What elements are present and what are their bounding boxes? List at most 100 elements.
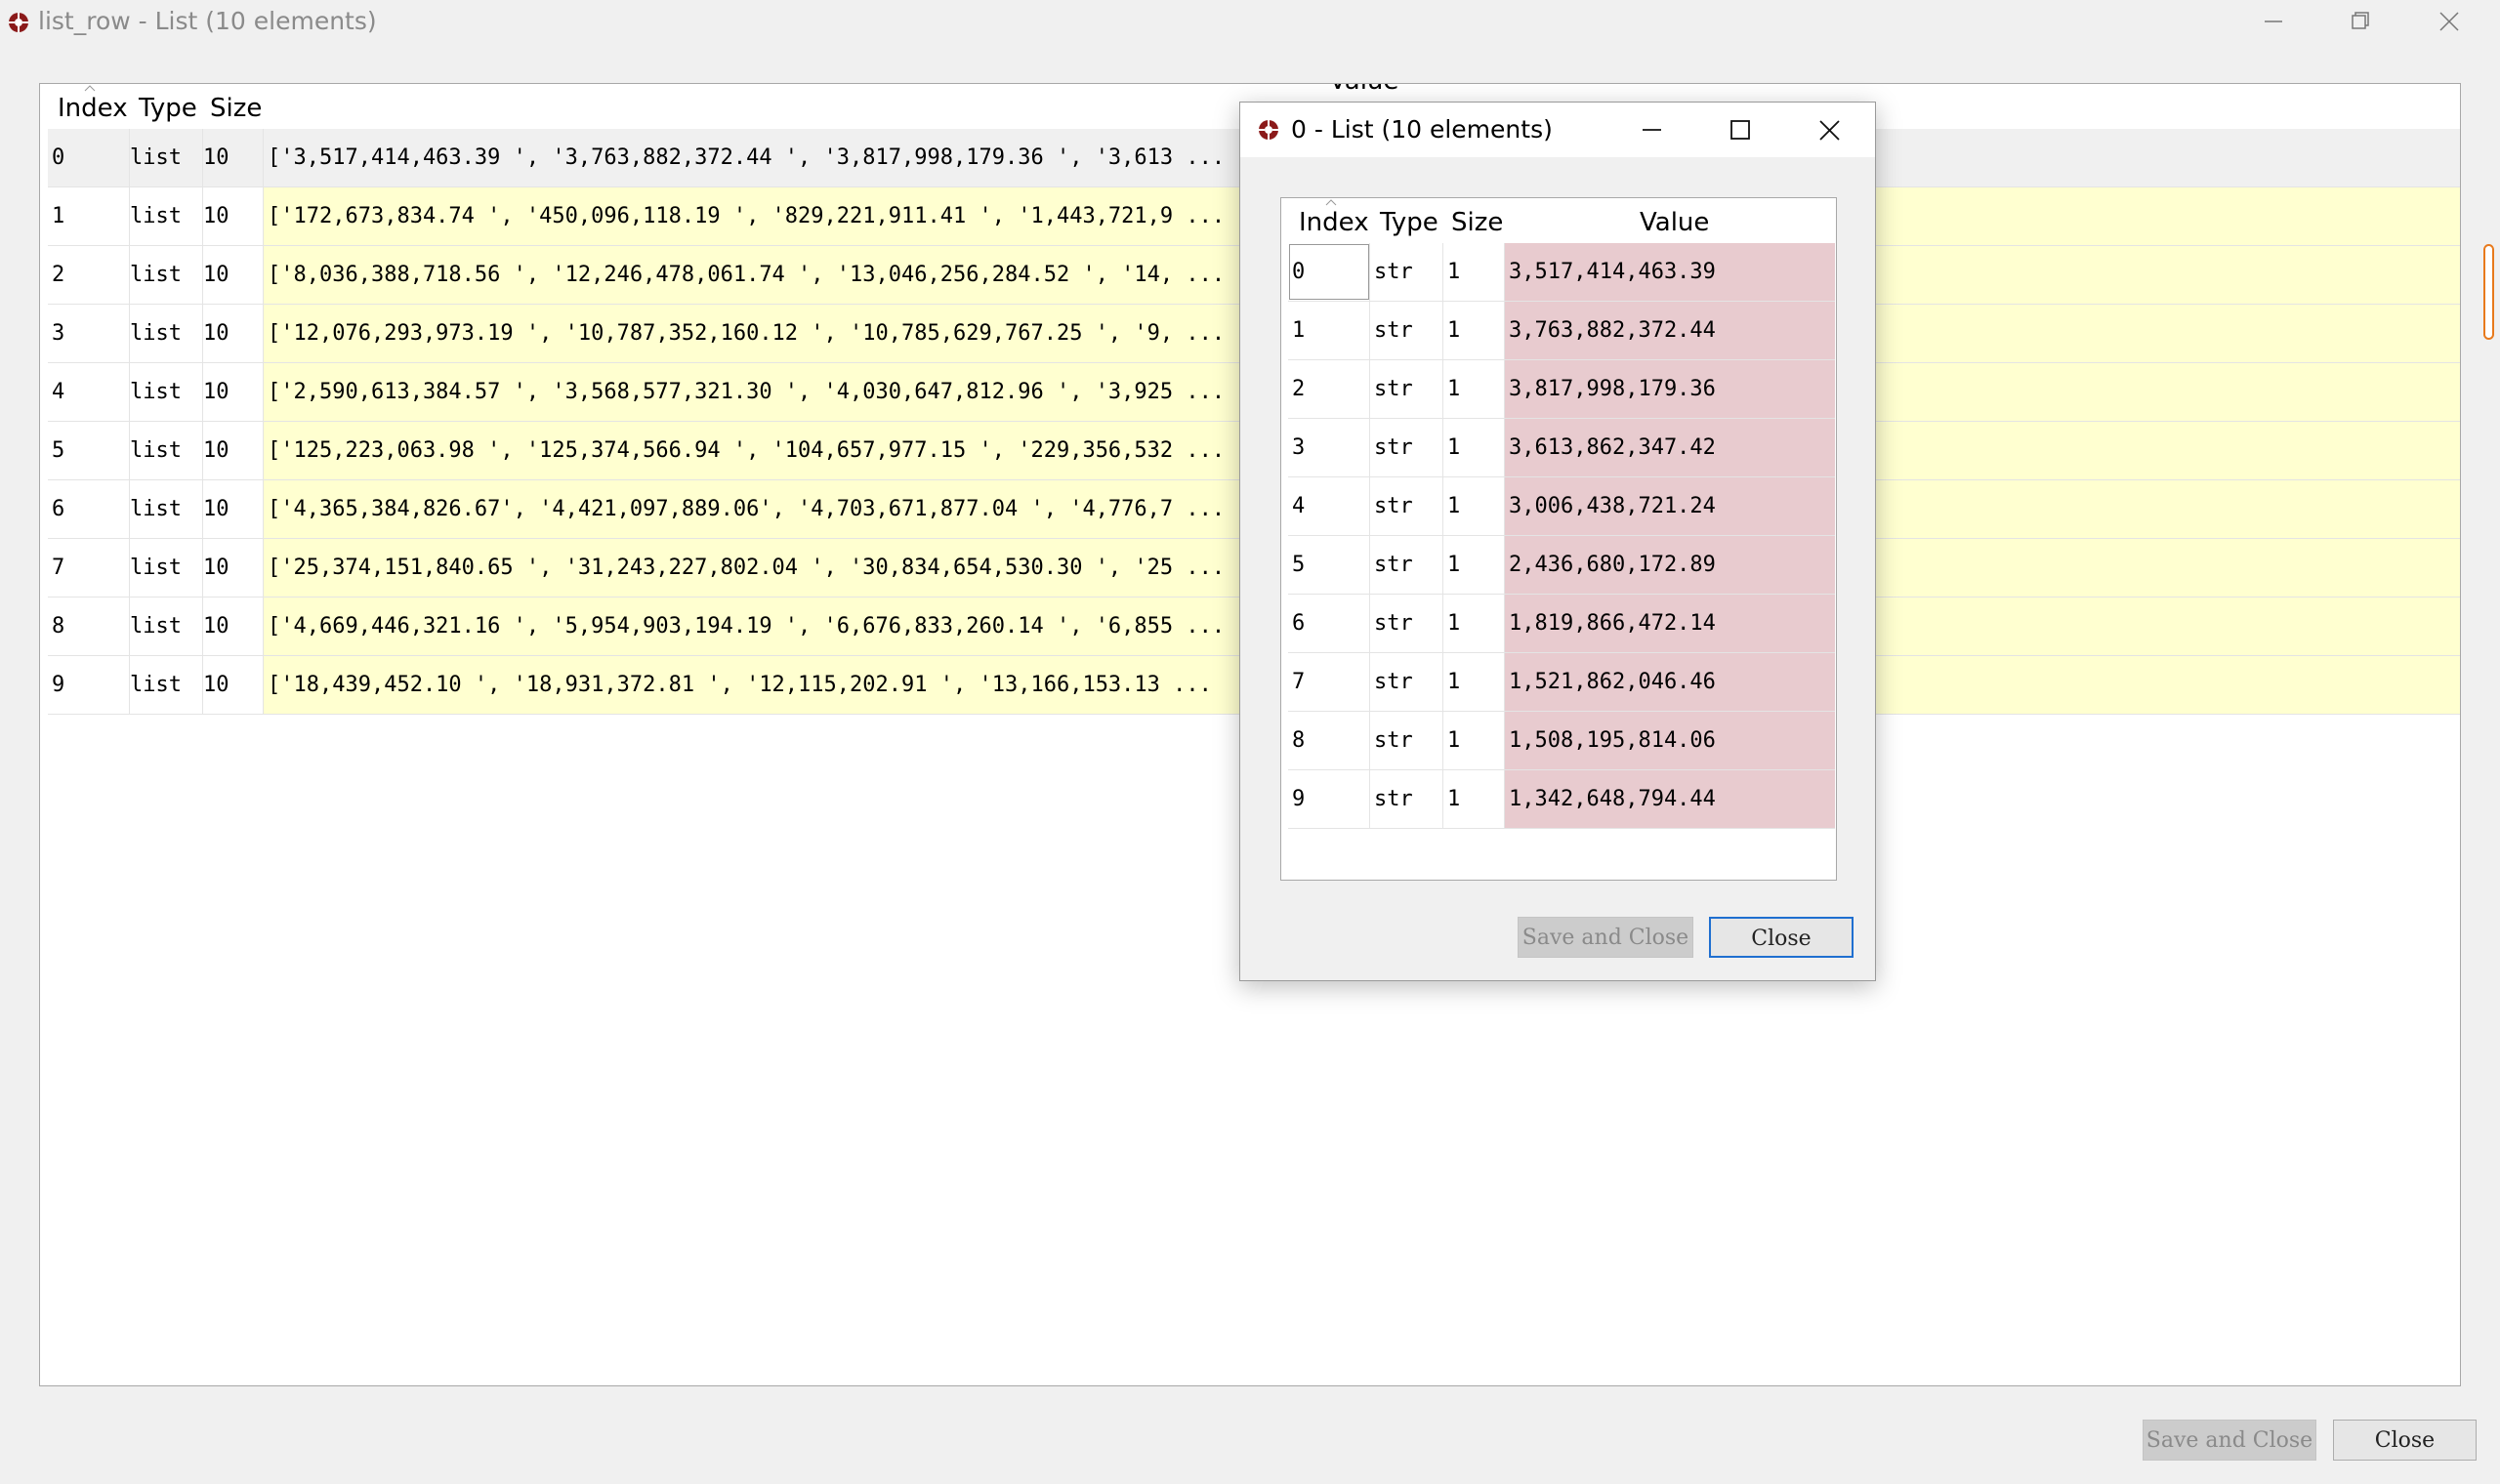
cell-index: 1 xyxy=(1288,302,1370,359)
cell-index: 3 xyxy=(48,305,130,362)
save-and-close-button[interactable]: Save and Close xyxy=(2143,1420,2316,1461)
table-row[interactable]: 6 str 1 1,819,866,472.14 xyxy=(1288,595,1835,653)
cell-index: 0 xyxy=(1288,243,1370,301)
cell-value[interactable]: 1,508,195,814.06 xyxy=(1505,712,1835,769)
cell-type: str xyxy=(1370,595,1443,652)
sort-indicator-icon xyxy=(1324,198,1338,206)
cell-type: str xyxy=(1370,770,1443,828)
table-row[interactable]: 3 str 1 3,613,862,347.42 xyxy=(1288,419,1835,477)
save-and-close-button[interactable]: Save and Close xyxy=(1518,917,1693,958)
spyder-icon xyxy=(1258,119,1279,141)
table-row[interactable]: 9 str 1 1,342,648,794.44 xyxy=(1288,770,1835,829)
title-bar: list_row - List (10 elements) xyxy=(0,0,2500,43)
cell-index: 1 xyxy=(48,187,130,245)
column-header-type[interactable]: Type xyxy=(139,84,197,129)
cell-value[interactable]: 3,763,882,372.44 xyxy=(1505,302,1835,359)
minimize-button[interactable] xyxy=(2229,0,2316,43)
column-header-type[interactable]: Type xyxy=(1380,198,1438,243)
cell-type: list xyxy=(130,656,203,714)
cell-size: 10 xyxy=(203,246,264,304)
cell-type: str xyxy=(1370,712,1443,769)
cell-type: str xyxy=(1370,536,1443,594)
cell-size: 10 xyxy=(203,656,264,714)
close-button[interactable]: Close xyxy=(2333,1420,2477,1461)
table-row[interactable]: 5 str 1 2,436,680,172.89 xyxy=(1288,536,1835,595)
close-window-button[interactable] xyxy=(2404,0,2492,43)
cell-type: list xyxy=(130,598,203,655)
cell-type: list xyxy=(130,187,203,245)
cell-value[interactable]: 2,436,680,172.89 xyxy=(1505,536,1835,594)
table-row[interactable]: 8 str 1 1,508,195,814.06 xyxy=(1288,712,1835,770)
cell-value[interactable]: 1,521,862,046.46 xyxy=(1505,653,1835,711)
column-header-size[interactable]: Size xyxy=(1451,198,1503,243)
table-row[interactable]: 4 str 1 3,006,438,721.24 xyxy=(1288,477,1835,536)
cell-type: list xyxy=(130,539,203,597)
minimize-button[interactable] xyxy=(1606,103,1696,157)
cell-type: str xyxy=(1370,419,1443,476)
cell-type: str xyxy=(1370,360,1443,418)
cell-index: 6 xyxy=(1288,595,1370,652)
cell-index: 6 xyxy=(48,480,130,538)
cell-size: 10 xyxy=(203,598,264,655)
cell-type: list xyxy=(130,480,203,538)
cell-size: 1 xyxy=(1443,712,1505,769)
table-row[interactable]: 0 str 1 3,517,414,463.39 xyxy=(1288,243,1835,302)
sort-indicator-icon xyxy=(83,84,97,92)
table-row[interactable]: 2 str 1 3,817,998,179.36 xyxy=(1288,360,1835,419)
cell-value[interactable]: 3,517,414,463.39 xyxy=(1505,243,1835,301)
cell-value[interactable]: 1,342,648,794.44 xyxy=(1505,770,1835,828)
close-button[interactable]: Close xyxy=(1709,917,1854,958)
cell-type: list xyxy=(130,129,203,186)
cell-size: 1 xyxy=(1443,243,1505,301)
cell-index: 7 xyxy=(1288,653,1370,711)
cell-index: 4 xyxy=(48,363,130,421)
cell-index: 8 xyxy=(48,598,130,655)
cell-size: 1 xyxy=(1443,770,1505,828)
cell-size: 1 xyxy=(1443,653,1505,711)
list-editor-dialog[interactable]: 0 - List (10 elements) Index Type Size V… xyxy=(1239,102,1876,981)
cell-size: 10 xyxy=(203,422,264,479)
cell-index: 0 xyxy=(48,129,130,186)
cell-size: 10 xyxy=(203,539,264,597)
restore-button[interactable] xyxy=(2316,0,2404,43)
cell-index: 9 xyxy=(1288,770,1370,828)
cell-size: 10 xyxy=(203,305,264,362)
close-dialog-button[interactable] xyxy=(1784,103,1874,157)
cell-type: list xyxy=(130,305,203,362)
cell-size: 10 xyxy=(203,363,264,421)
dialog-table[interactable]: Index Type Size Value 0 str 1 3,517,414,… xyxy=(1280,197,1837,881)
cell-index: 5 xyxy=(48,422,130,479)
cell-index: 9 xyxy=(48,656,130,714)
cell-size: 1 xyxy=(1443,419,1505,476)
cell-size: 1 xyxy=(1443,536,1505,594)
column-header-size[interactable]: Size xyxy=(210,84,262,129)
cell-index: 2 xyxy=(48,246,130,304)
column-header-value[interactable]: Value xyxy=(1329,84,1398,102)
cell-index: 5 xyxy=(1288,536,1370,594)
cell-size: 1 xyxy=(1443,302,1505,359)
column-header-value[interactable]: Value xyxy=(1640,198,1709,243)
cell-size: 1 xyxy=(1443,477,1505,535)
cell-value[interactable]: 3,817,998,179.36 xyxy=(1505,360,1835,418)
spyder-icon xyxy=(8,12,29,33)
cell-size: 10 xyxy=(203,480,264,538)
table-row[interactable]: 7 str 1 1,521,862,046.46 xyxy=(1288,653,1835,712)
cell-type: str xyxy=(1370,302,1443,359)
table-row[interactable]: 1 str 1 3,763,882,372.44 xyxy=(1288,302,1835,360)
dialog-title: 0 - List (10 elements) xyxy=(1291,115,1553,144)
cell-type: str xyxy=(1370,477,1443,535)
cell-type: list xyxy=(130,363,203,421)
cell-type: str xyxy=(1370,243,1443,301)
cell-index: 2 xyxy=(1288,360,1370,418)
cell-index: 4 xyxy=(1288,477,1370,535)
cell-value[interactable]: 3,613,862,347.42 xyxy=(1505,419,1835,476)
cell-value[interactable]: 3,006,438,721.24 xyxy=(1505,477,1835,535)
cell-type: list xyxy=(130,246,203,304)
cell-index: 3 xyxy=(1288,419,1370,476)
maximize-button[interactable] xyxy=(1695,103,1785,157)
cell-index: 7 xyxy=(48,539,130,597)
vertical-scrollbar[interactable] xyxy=(2483,244,2494,340)
cell-size: 1 xyxy=(1443,360,1505,418)
cell-value[interactable]: 1,819,866,472.14 xyxy=(1505,595,1835,652)
cell-type: str xyxy=(1370,653,1443,711)
